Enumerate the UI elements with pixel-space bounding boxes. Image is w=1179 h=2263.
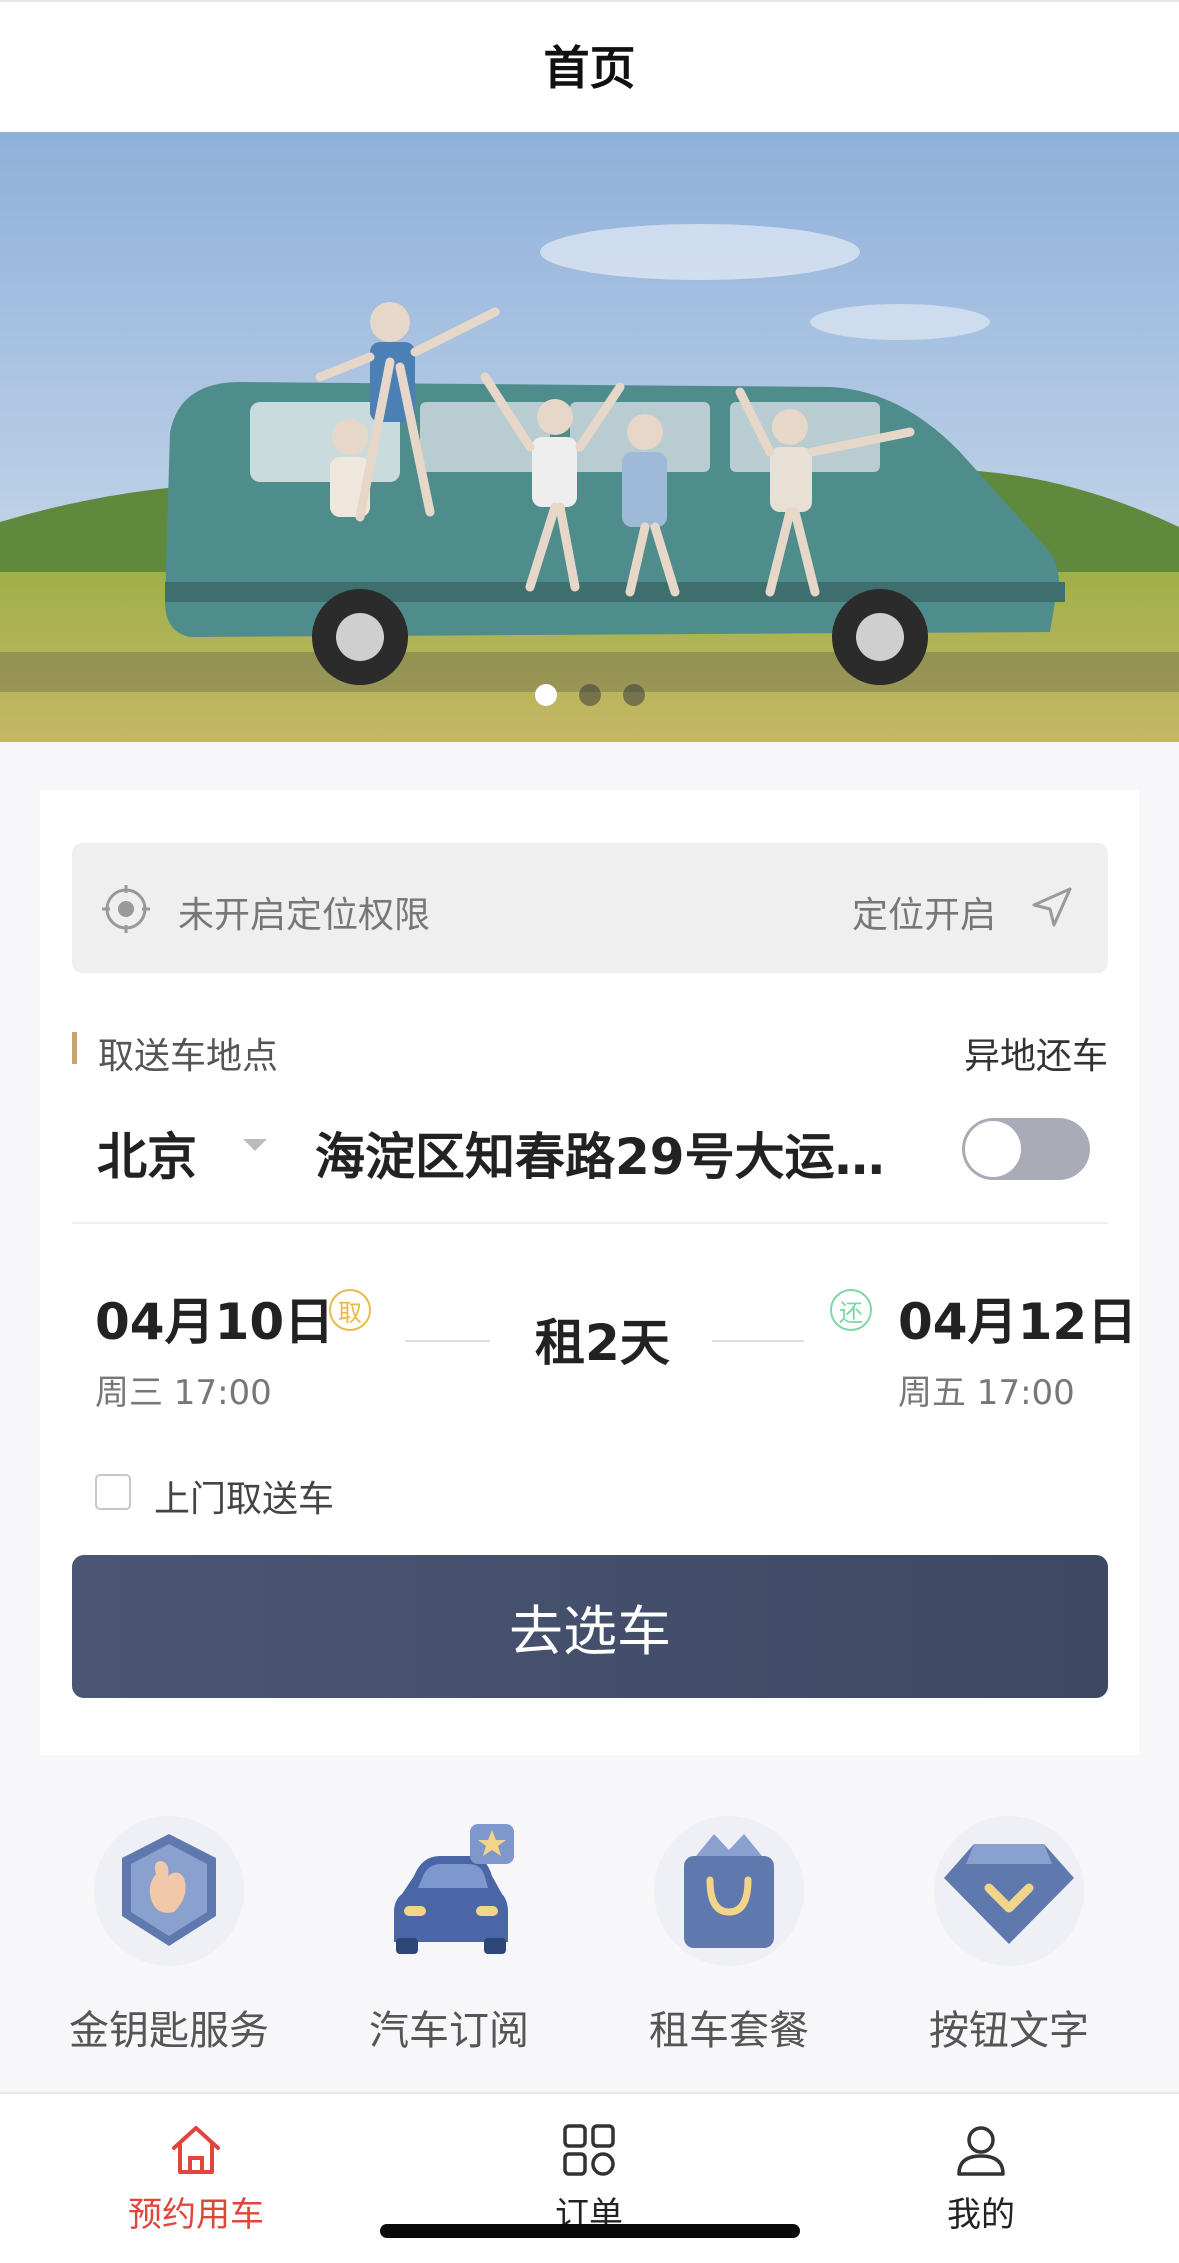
section-accent-bar xyxy=(72,1032,77,1064)
navigation-arrow-icon[interactable] xyxy=(1028,883,1076,931)
return-time[interactable]: 周五 17:00 xyxy=(898,1365,1075,1414)
choose-car-button[interactable]: 去选车 xyxy=(72,1555,1108,1698)
banner-image xyxy=(0,132,1179,742)
profile-icon xyxy=(957,2126,1005,2176)
service-label: 金钥匙服务 xyxy=(69,2008,269,2054)
service-label: 按钮文字 xyxy=(929,2008,1089,2054)
tab-label: 我的 xyxy=(947,2195,1015,2235)
banner-pagination[interactable] xyxy=(0,684,1179,708)
orders-grid-icon xyxy=(563,2124,615,2176)
duration-line-left xyxy=(405,1340,490,1342)
promo-banner[interactable] xyxy=(0,132,1179,742)
pickup-date[interactable]: 04月10日 xyxy=(95,1282,334,1354)
pickup-tag: 取 xyxy=(329,1289,371,1331)
rental-duration: 租2天 xyxy=(535,1314,670,1372)
pickup-section-label: 取送车地点 xyxy=(98,1036,279,1077)
enable-location-link[interactable]: 定位开启 xyxy=(852,886,996,938)
toggle-knob xyxy=(965,1121,1021,1177)
tab-label: 预约用车 xyxy=(128,2195,264,2235)
location-message: 未开启定位权限 xyxy=(178,895,431,936)
pickup-address[interactable]: 海淀区知春路29号大运... xyxy=(315,1117,885,1189)
return-elsewhere-toggle[interactable] xyxy=(962,1118,1090,1180)
return-tag: 还 xyxy=(830,1289,872,1331)
service-label: 租车套餐 xyxy=(649,2008,809,2054)
city-dropdown-caret-icon[interactable] xyxy=(243,1139,267,1151)
banner-dot[interactable] xyxy=(534,684,557,706)
tab-profile[interactable]: 我的 xyxy=(881,2094,1081,2263)
service-shortcuts: 金钥匙服务 汽车订阅 租车套餐 按钮文字 xyxy=(0,1810,1179,2090)
return-elsewhere-label: 异地还车 xyxy=(963,1036,1108,1077)
locate-target-icon xyxy=(102,885,150,933)
diamond-icon xyxy=(934,1816,1084,1966)
page-title: 首页 xyxy=(543,41,636,95)
golden-key-icon xyxy=(94,1816,244,1966)
door-delivery-checkbox[interactable] xyxy=(95,1474,131,1510)
pickup-section-header: 取送车地点 异地还车 xyxy=(72,1025,1108,1077)
car-subscription-icon xyxy=(394,1824,514,1954)
banner-dot[interactable] xyxy=(622,684,645,706)
pickup-time[interactable]: 周三 17:00 xyxy=(95,1365,272,1414)
city-selector[interactable]: 北京 xyxy=(97,1117,197,1189)
location-permission-bar[interactable]: 未开启定位权限 定位开启 xyxy=(72,843,1108,973)
banner-dot[interactable] xyxy=(578,684,601,706)
divider xyxy=(72,1222,1108,1224)
return-date[interactable]: 04月12日 xyxy=(898,1282,1137,1354)
door-delivery-label[interactable]: 上门取送车 xyxy=(154,1470,334,1522)
navigation-bar: 首页 xyxy=(0,0,1179,132)
home-indicator[interactable] xyxy=(380,2224,800,2238)
rental-package-icon xyxy=(654,1816,804,1966)
service-label: 汽车订阅 xyxy=(369,2008,529,2054)
duration-line-right xyxy=(712,1340,804,1342)
home-icon xyxy=(172,2126,220,2174)
tab-book-car[interactable]: 预约用车 xyxy=(96,2094,296,2263)
